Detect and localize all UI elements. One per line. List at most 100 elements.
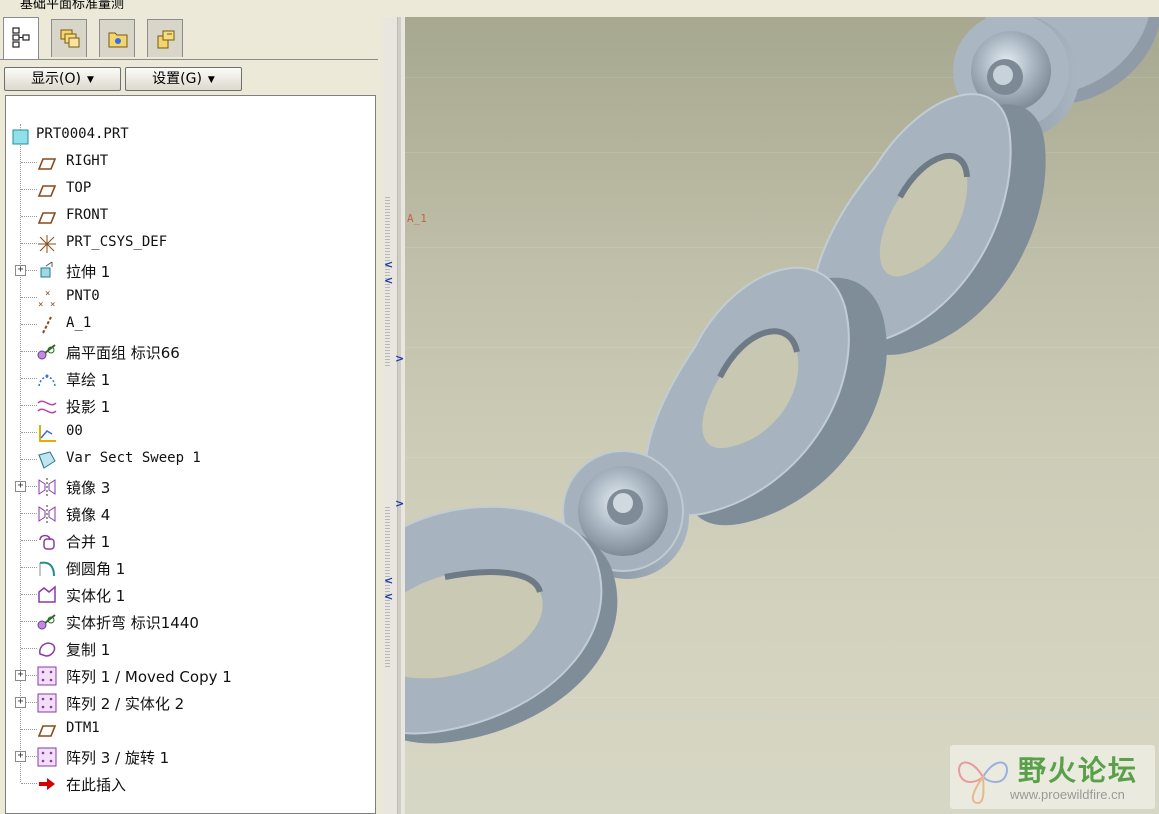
solidify-icon: [38, 585, 56, 603]
tree-item[interactable]: 草绘 1: [6, 365, 366, 392]
watermark-url: www.proewildfire.cn: [1010, 787, 1125, 802]
expand-plus-icon[interactable]: +: [15, 481, 26, 492]
tree-root-label: PRT0004.PRT: [36, 126, 129, 142]
datum-plane-icon: [37, 725, 57, 737]
part-icon: [12, 129, 29, 145]
tree-item-label: 倒圆角 1: [66, 560, 126, 578]
window-title: 基础平面标准量测: [20, 0, 125, 12]
tree-item[interactable]: + 镜像 3: [6, 473, 366, 500]
folder-browser-tab[interactable]: [99, 19, 135, 57]
tree-item[interactable]: 在此插入: [6, 770, 366, 797]
tree-connector: [21, 648, 37, 649]
expand-plus-icon[interactable]: +: [15, 697, 26, 708]
tree-item[interactable]: × × × PNT0: [6, 284, 366, 311]
tree-connector: [21, 540, 37, 541]
tree-item-label: 实体折弯 标识1440: [66, 614, 199, 632]
tree-item[interactable]: 实体化 1: [6, 581, 366, 608]
expand-plus-icon[interactable]: +: [15, 670, 26, 681]
tree-item[interactable]: 合并 1: [6, 527, 366, 554]
chevron-down-icon: ▼: [207, 75, 215, 85]
layers-tab[interactable]: [51, 19, 87, 57]
model-tree: PRT0004.PRT RIGHT TOP FRONT PRT_CSYS_DEF + 拉伸…: [5, 95, 376, 814]
tree-item[interactable]: 00: [6, 419, 366, 446]
expand-plus-icon[interactable]: +: [15, 751, 26, 762]
tree-item[interactable]: 复制 1: [6, 635, 366, 662]
tree-item[interactable]: 镜像 4: [6, 500, 366, 527]
expand-right-icon[interactable]: >: [395, 497, 404, 510]
tree-item-label: TOP: [66, 180, 92, 196]
splitter-grip[interactable]: [385, 507, 390, 667]
tree-item-label: 00: [66, 423, 83, 439]
tree-item-label: DTM1: [66, 720, 100, 736]
mirror-icon: [38, 505, 56, 523]
tree-root[interactable]: PRT0004.PRT: [6, 122, 366, 149]
collapse-left-icon[interactable]: <: [384, 574, 393, 587]
tree-item[interactable]: + 阵列 3 / 旋转 1: [6, 743, 366, 770]
svg-text:×: ×: [38, 300, 43, 309]
tree-connector: [21, 459, 37, 460]
tree-connector: [21, 432, 37, 433]
expand-plus-icon[interactable]: +: [15, 265, 26, 276]
tree-item-label: RIGHT: [66, 153, 109, 169]
mirror-icon: [38, 478, 56, 496]
settings-menu-button[interactable]: 设置(G) ▼: [125, 67, 242, 91]
tree-item[interactable]: + 拉伸 1: [6, 257, 366, 284]
tree-item-label: 镜像 3: [66, 479, 111, 497]
panel-splitter[interactable]: < < > > < <: [383, 17, 405, 814]
model-tree-tab[interactable]: [3, 17, 39, 59]
tree-item[interactable]: 扁平面组 标识66: [6, 338, 366, 365]
collapse-left-icon[interactable]: <: [384, 590, 393, 603]
tree-connector: [21, 567, 37, 568]
datum-plane-icon: [37, 212, 57, 224]
tree-item[interactable]: A_1: [6, 311, 366, 338]
tree-item-label: 草绘 1: [66, 371, 111, 389]
tree-connector: [21, 162, 37, 163]
tree-item[interactable]: 投影 1: [6, 392, 366, 419]
tree-item-label: 阵列 1 / Moved Copy 1: [66, 668, 232, 686]
merge-icon: [39, 534, 55, 550]
pattern-icon: [37, 693, 57, 713]
chain-link-lower: [405, 505, 618, 744]
tree-item[interactable]: Var Sect Sweep 1: [6, 446, 366, 473]
tree-item[interactable]: FRONT: [6, 203, 366, 230]
datum-plane-icon: [37, 158, 57, 170]
datum-point-icon: ×× ×: [38, 289, 55, 309]
tree-item-label: 阵列 3 / 旋转 1: [66, 749, 170, 767]
pattern-icon: [37, 666, 57, 686]
tree-item-label: 阵列 2 / 实体化 2: [66, 695, 185, 713]
tree-item-label: 拉伸 1: [66, 263, 111, 281]
chain-link-middle: [644, 266, 887, 526]
tree-item[interactable]: TOP: [6, 176, 366, 203]
favorites-tab[interactable]: [147, 19, 183, 57]
flatten-quilt-icon: [37, 344, 56, 360]
watermark-title: 野火论坛: [1018, 754, 1139, 787]
tree-item[interactable]: + 阵列 1 / Moved Copy 1: [6, 662, 366, 689]
tree-item-label: 投影 1: [66, 398, 111, 416]
graphics-viewport[interactable]: A_1 野火论坛 www.proewildfire.cn: [405, 17, 1159, 814]
tree-item-label: 镜像 4: [66, 506, 111, 524]
tree-item[interactable]: + 阵列 2 / 实体化 2: [6, 689, 366, 716]
tree-item-label: 扁平面组 标识66: [66, 344, 180, 362]
sweep-icon: [38, 451, 56, 469]
tree-connector: [21, 594, 37, 595]
show-menu-button[interactable]: 显示(O) ▼: [4, 67, 121, 91]
expand-right-icon[interactable]: >: [395, 352, 404, 365]
round-icon: [39, 561, 55, 577]
collapse-left-icon[interactable]: <: [384, 258, 393, 271]
tree-item[interactable]: 实体折弯 标识1440: [6, 608, 366, 635]
toroidal-bend-icon: [37, 614, 56, 630]
tree-item-label: A_1: [66, 315, 92, 331]
tree-connector: [21, 783, 37, 784]
tree-connector: [21, 189, 37, 190]
tree-item[interactable]: DTM1: [6, 716, 366, 743]
chain-model[interactable]: [405, 17, 1159, 814]
tree-item-label: 复制 1: [66, 641, 111, 659]
tree-item[interactable]: 倒圆角 1: [6, 554, 366, 581]
datum-axis-icon: [42, 316, 52, 334]
collapse-left-icon[interactable]: <: [384, 274, 393, 287]
tree-connector: [21, 297, 37, 298]
tree-connector: [21, 243, 37, 244]
tree-item[interactable]: RIGHT: [6, 149, 366, 176]
folder-icon: [108, 32, 128, 48]
tree-item[interactable]: PRT_CSYS_DEF: [6, 230, 366, 257]
